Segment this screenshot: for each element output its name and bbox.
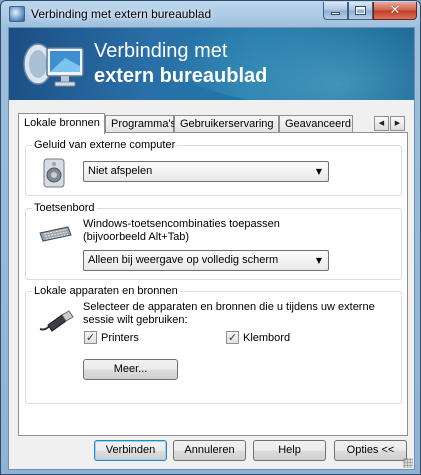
clipboard-checkbox[interactable]: ✓ Klembord <box>226 331 290 344</box>
more-devices-button[interactable]: Meer... <box>83 359 178 380</box>
title-bar[interactable]: Verbinding met extern bureaublad ✕ <box>1 1 420 27</box>
keyboard-group: Toetsenbord Windows-toetsencombinaties t… <box>25 202 402 280</box>
keyboard-combinations-value: Alleen bij weergave op volledig scherm <box>88 254 279 266</box>
arrow-right-icon: ▶ <box>394 119 401 127</box>
tab-advanced[interactable]: Geavanceerd <box>279 115 353 133</box>
clipboard-check-mark: ✓ <box>226 331 239 344</box>
clipboard-label: Klembord <box>243 331 291 344</box>
arrow-left-icon: ◀ <box>378 119 385 127</box>
speaker-icon <box>43 158 65 188</box>
printers-checkbox[interactable]: ✓ Printers <box>84 331 139 344</box>
tab-strip: Lokale bronnen Programma's Gebruikerserv… <box>9 113 414 134</box>
audio-group: Geluid van externe computer Niet afspele… <box>25 139 402 196</box>
devices-description-line1: Selecteer de apparaten en bronnen die u … <box>83 301 375 313</box>
chevron-down-icon: ▼ <box>315 256 322 265</box>
dialog-client-area: Verbinding met extern bureaublad Lokale … <box>8 27 415 470</box>
printers-label: Printers <box>101 331 139 344</box>
resize-grip[interactable] <box>403 458 413 468</box>
remote-desktop-app-icon <box>9 6 25 22</box>
audio-playback-select[interactable]: Niet afspelen ▼ <box>83 161 329 182</box>
local-devices-group-label: Lokale apparaten en bronnen <box>32 285 180 297</box>
audio-playback-value: Niet afspelen <box>88 165 153 177</box>
close-button[interactable]: ✕ <box>373 2 417 20</box>
connect-button[interactable]: Verbinden <box>94 440 167 461</box>
remote-desktop-window: Verbinding met extern bureaublad ✕ Verbi… <box>0 0 421 475</box>
devices-description-line2: sessie wilt gebruiken: <box>83 314 188 326</box>
keyboard-description-line1: Windows-toetsencombinaties toepassen <box>83 218 280 230</box>
tab-scroll-right-button[interactable]: ▶ <box>390 116 405 131</box>
help-button[interactable]: Help <box>253 440 326 461</box>
header-banner: Verbinding met extern bureaublad <box>9 28 414 100</box>
local-devices-group: Lokale apparaten en bronnen Selecteer de… <box>25 285 402 404</box>
usb-plug-icon <box>39 310 74 332</box>
tab-page-local-resources: Geluid van externe computer Niet afspele… <box>18 132 408 436</box>
close-icon: ✕ <box>389 3 401 18</box>
banner-title-line2: extern bureaublad <box>94 65 268 87</box>
keyboard-group-label: Toetsenbord <box>32 202 97 214</box>
options-toggle-button[interactable]: Opties << <box>334 440 407 461</box>
tab-experience[interactable]: Gebruikerservaring <box>174 115 279 133</box>
keyboard-description-line2: (bijvoorbeeld Alt+Tab) <box>83 231 190 243</box>
minimize-icon <box>331 12 340 15</box>
printers-check-mark: ✓ <box>84 331 97 344</box>
chevron-down-icon: ▼ <box>315 167 322 176</box>
tab-scroll-left-button[interactable]: ◀ <box>374 116 389 131</box>
maximize-icon <box>355 6 366 15</box>
keyboard-icon <box>39 226 72 242</box>
window-title: Verbinding met extern bureaublad <box>31 7 212 21</box>
audio-group-label: Geluid van externe computer <box>32 139 178 151</box>
remote-desktop-banner-icon <box>23 43 84 87</box>
minimize-button[interactable] <box>323 2 348 20</box>
tab-programs[interactable]: Programma's <box>105 115 176 133</box>
maximize-button[interactable] <box>348 2 373 20</box>
banner-decoration <box>159 28 414 100</box>
keyboard-combinations-select[interactable]: Alleen bij weergave op volledig scherm ▼ <box>83 250 329 271</box>
cancel-button[interactable]: Annuleren <box>173 440 246 461</box>
banner-title-line1: Verbinding met <box>94 40 228 62</box>
tab-local-resources[interactable]: Lokale bronnen <box>18 113 105 134</box>
